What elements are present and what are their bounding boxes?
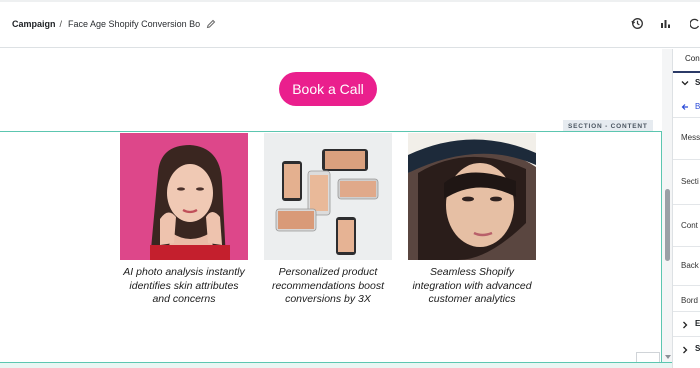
top-bar: Campaign / Face Age Shopify Conversion B…	[0, 0, 700, 48]
active-tab-indicator	[673, 71, 700, 73]
panel-divider	[673, 311, 700, 312]
feature-card-3[interactable]: Seamless Shopify integration with advanc…	[408, 133, 536, 307]
phones-image[interactable]	[264, 133, 392, 260]
breadcrumb-campaign-link[interactable]: Campaign	[12, 19, 56, 29]
refresh-icon[interactable]	[689, 17, 700, 35]
woman-portrait-image[interactable]	[120, 133, 248, 260]
canvas-scrollbar[interactable]	[662, 49, 672, 368]
scroll-down-arrow[interactable]	[665, 355, 671, 359]
woman-with-hat-image[interactable]	[408, 133, 536, 260]
next-section-outline	[0, 362, 672, 368]
campaign-title[interactable]: Face Age Shopify Conversion Bo	[68, 19, 200, 29]
panel-divider	[673, 336, 700, 337]
content-section[interactable]: AI photo analysis instantly identifies s…	[0, 131, 662, 363]
top-divider	[0, 0, 700, 2]
chevron-down-icon[interactable]	[681, 79, 689, 87]
feature-caption-2: Personalized product recommendations boo…	[271, 266, 385, 305]
arrow-left-icon[interactable]	[681, 103, 689, 111]
section-group-label[interactable]: S	[695, 78, 700, 87]
panel-divider	[673, 204, 700, 205]
tab-content[interactable]: Con	[685, 54, 700, 63]
scrollbar-thumb[interactable]	[665, 189, 670, 261]
chevron-right-icon[interactable]	[681, 321, 689, 329]
panel-item-border[interactable]: Bord	[681, 296, 698, 305]
chevron-right-icon[interactable]	[681, 346, 689, 354]
breadcrumb-separator: /	[59, 19, 63, 29]
feature-card-1[interactable]: AI photo analysis instantly identifies s…	[120, 133, 248, 307]
feature-caption-3: Seamless Shopify integration with advanc…	[412, 266, 532, 305]
panel-divider	[673, 159, 700, 160]
book-a-call-button[interactable]: Book a Call	[279, 72, 377, 106]
feature-caption-1: AI photo analysis instantly identifies s…	[123, 266, 245, 305]
panel-item-section[interactable]: Secti	[681, 177, 699, 186]
pencil-icon[interactable]	[206, 19, 216, 29]
feature-card-2[interactable]: Personalized product recommendations boo…	[264, 133, 392, 307]
history-icon[interactable]	[631, 17, 644, 35]
panel-collapsed-item-1[interactable]: E	[695, 319, 700, 328]
panel-item-message[interactable]: Mess	[681, 133, 700, 142]
properties-panel: Con S B Mess Secti Cont Back Bord E S	[672, 49, 700, 368]
bar-chart-icon[interactable]	[659, 17, 672, 35]
panel-divider	[673, 285, 700, 286]
breadcrumb: Campaign / Face Age Shopify Conversion B…	[12, 19, 216, 29]
editor-page: Campaign / Face Age Shopify Conversion B…	[0, 0, 700, 368]
panel-item-background[interactable]: Back	[681, 261, 699, 270]
email-canvas: Book a Call SECTION - CONTENT AI photo a…	[0, 49, 672, 368]
panel-collapsed-item-2[interactable]: S	[695, 344, 700, 353]
panel-divider	[673, 246, 700, 247]
panel-divider	[673, 117, 700, 118]
panel-item-content[interactable]: Cont	[681, 221, 698, 230]
back-link[interactable]: B	[695, 102, 700, 111]
